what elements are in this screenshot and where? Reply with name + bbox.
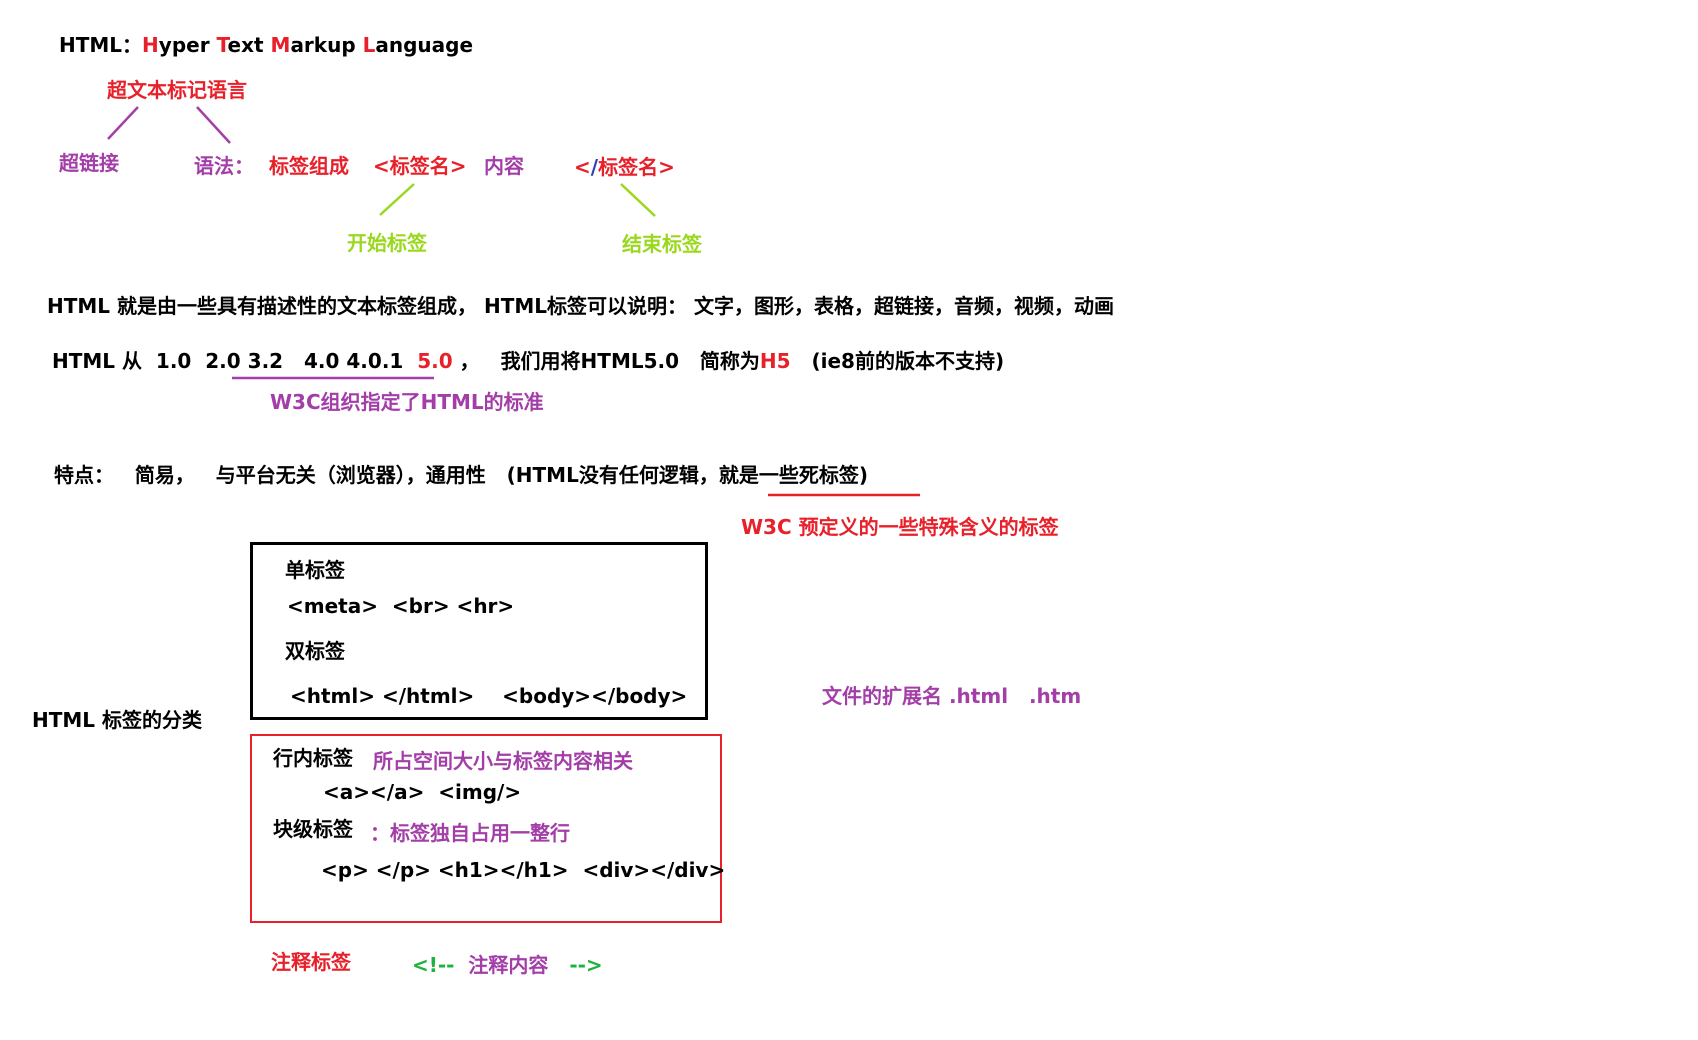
start-tag-label: 开始标签 (347, 231, 427, 255)
inline-tag-title: 行内标签 (273, 746, 353, 770)
syntax-composed: 标签组成 (269, 154, 349, 178)
end-tag-label: 结束标签 (622, 232, 702, 256)
syntax-open-tag: <标签名> (373, 154, 467, 178)
double-tag-title: 双标签 (285, 639, 345, 663)
w3c-standard-note: W3C组织指定了HTML的标准 (270, 390, 544, 414)
hyperlink-label: 超链接 (59, 151, 119, 175)
syntax-content: 内容 (484, 154, 524, 178)
versions-line: HTML 从 1.0 2.0 3.2 4.0 4.0.1 5.0 ， 我们用将H… (52, 349, 1005, 373)
comment-tag-example: <!-- 注释内容 --> (412, 953, 603, 977)
block-tag-examples: <p> </p> <h1></h1> <div></div> (321, 858, 726, 882)
description-text: HTML 就是由一些具有描述性的文本标签组成， HTML标签可以说明： 文字，图… (47, 294, 1114, 318)
title: HTML：Hyper Text Markup Language (59, 33, 474, 57)
block-tag-title: 块级标签 (273, 817, 353, 841)
syntax-close-tag: </标签名> (574, 155, 675, 179)
markup-connector (196, 106, 231, 144)
double-tag-examples: <html> </html> <body></body> (290, 684, 688, 708)
hyperlink-connector (107, 106, 139, 140)
inline-tag-examples: <a></a> <img/> (323, 780, 522, 804)
syntax-label: 语法： (194, 154, 254, 178)
comment-tag-title: 注释标签 (271, 950, 351, 974)
classification-label: HTML 标签的分类 (32, 708, 202, 732)
end-tag-connector (620, 183, 656, 217)
single-tag-examples: <meta> <br> <hr> (287, 594, 515, 618)
file-extension-note: 文件的扩展名 .html .htm (822, 684, 1082, 708)
single-tag-title: 单标签 (285, 558, 345, 582)
start-tag-connector (379, 183, 415, 216)
inline-tag-note: 所占空间大小与标签内容相关 (373, 749, 633, 773)
w3c-predefined-note: W3C 预定义的一些特殊含义的标签 (741, 515, 1059, 539)
hypertext-label: 超文本标记语言 (107, 78, 247, 102)
features-text: 特点： 简易， 与平台无关（浏览器），通用性 (HTML没有任何逻辑，就是一些死… (54, 463, 868, 487)
block-tag-note: ：标签独自占用一整行 (370, 821, 570, 845)
